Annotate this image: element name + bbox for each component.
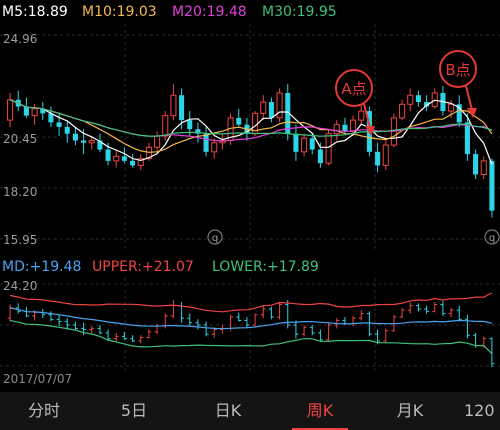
candles <box>7 83 495 218</box>
candle-body <box>464 122 470 155</box>
candle-body <box>375 151 381 166</box>
boll-legend: MD:+19.48 UPPER:+21.07 LOWER:+17.89 <box>0 256 500 278</box>
candle-body <box>448 103 455 112</box>
tab-monthly-k[interactable]: 月K <box>378 392 442 430</box>
candlestick-chart[interactable]: 24.96 20.45 18.20 15.95 q q A点 B点 <box>0 24 500 254</box>
ma-line-m10 <box>9 99 493 153</box>
candle-body <box>31 108 38 117</box>
price-label-2: 20.45 <box>3 132 37 146</box>
price-label-top: 24.96 <box>3 32 37 46</box>
boll-lower-label: LOWER:+17.89 <box>212 259 319 275</box>
candle-body <box>333 124 340 135</box>
boll-bars <box>7 299 495 368</box>
candle-body <box>489 160 495 211</box>
ma-legend: M5:18.89 M10:19.03 M20:19.48 M30:19.95 <box>0 0 500 24</box>
ma30-label: M30:19.95 <box>262 4 337 20</box>
candle-body <box>170 94 177 117</box>
candle-body <box>309 138 315 150</box>
candle-body <box>415 95 421 103</box>
candle-body <box>179 95 185 121</box>
candle-body <box>342 124 348 132</box>
ma20-label: M20:19.48 <box>172 4 247 20</box>
candle-body <box>7 99 14 121</box>
candle-body <box>236 117 242 125</box>
tab-120[interactable]: 120 <box>464 392 500 430</box>
ma-line-m30 <box>9 99 493 137</box>
candle-body <box>154 135 161 148</box>
svg-text:q: q <box>212 233 218 244</box>
settings-icon[interactable]: q <box>207 229 223 245</box>
tab-5day[interactable]: 5日 <box>102 392 166 430</box>
candle-body <box>407 94 414 105</box>
settings-icon-right[interactable]: q <box>484 229 500 245</box>
candle-body <box>211 142 218 153</box>
candle-body <box>473 154 479 175</box>
candle-body <box>121 156 127 161</box>
candle-body <box>203 133 209 152</box>
candle-body <box>56 122 62 127</box>
ma10-label: M10:19.03 <box>82 4 157 20</box>
boll-md-label: MD:+19.48 <box>2 259 82 275</box>
candle-body <box>301 137 308 153</box>
candle-body <box>260 101 267 114</box>
boll-upper-label: UPPER:+21.07 <box>92 259 194 275</box>
candle-body <box>268 102 274 118</box>
boll-top-label: 24.20 <box>3 279 37 293</box>
candle-body <box>399 103 406 119</box>
tab-daily-k[interactable]: 日K <box>196 392 260 430</box>
candle-body <box>162 115 169 137</box>
ma-line-m5 <box>9 99 493 165</box>
candle-body <box>276 92 283 119</box>
svg-text:q: q <box>489 233 495 244</box>
b-point-label: B点 <box>445 61 470 79</box>
candle-body <box>293 133 299 152</box>
candle-body <box>64 126 70 134</box>
period-tab-bar: 分时 5日 日K 周K 月K 120 <box>0 392 500 430</box>
a-point-label: A点 <box>341 80 366 98</box>
candle-body <box>187 120 193 130</box>
candle-body <box>317 149 323 164</box>
candle-body <box>382 144 389 166</box>
candle-body <box>325 133 332 164</box>
candle-body <box>130 160 136 166</box>
candle-body <box>350 119 357 132</box>
candle-body <box>88 140 95 144</box>
price-label-3: 18.20 <box>3 185 37 199</box>
candle-body <box>105 149 111 161</box>
boll-chart[interactable]: 24.20 <box>0 278 500 372</box>
candle-body <box>113 155 120 162</box>
candle-body <box>358 110 365 121</box>
moving-averages <box>9 99 493 165</box>
tab-weekly-k[interactable]: 周K <box>288 392 352 430</box>
boll-md-line <box>9 307 493 330</box>
date-label: 2017/07/07 <box>3 372 73 386</box>
candle-body <box>81 140 87 143</box>
tab-intraday[interactable]: 分时 <box>12 392 76 430</box>
price-label-bottom: 15.95 <box>3 233 37 247</box>
boll-lower-line <box>9 319 493 355</box>
ma5-label: M5:18.89 <box>2 4 68 20</box>
candle-body <box>480 160 487 175</box>
candle-body <box>72 133 78 141</box>
boll-lines <box>9 292 493 355</box>
